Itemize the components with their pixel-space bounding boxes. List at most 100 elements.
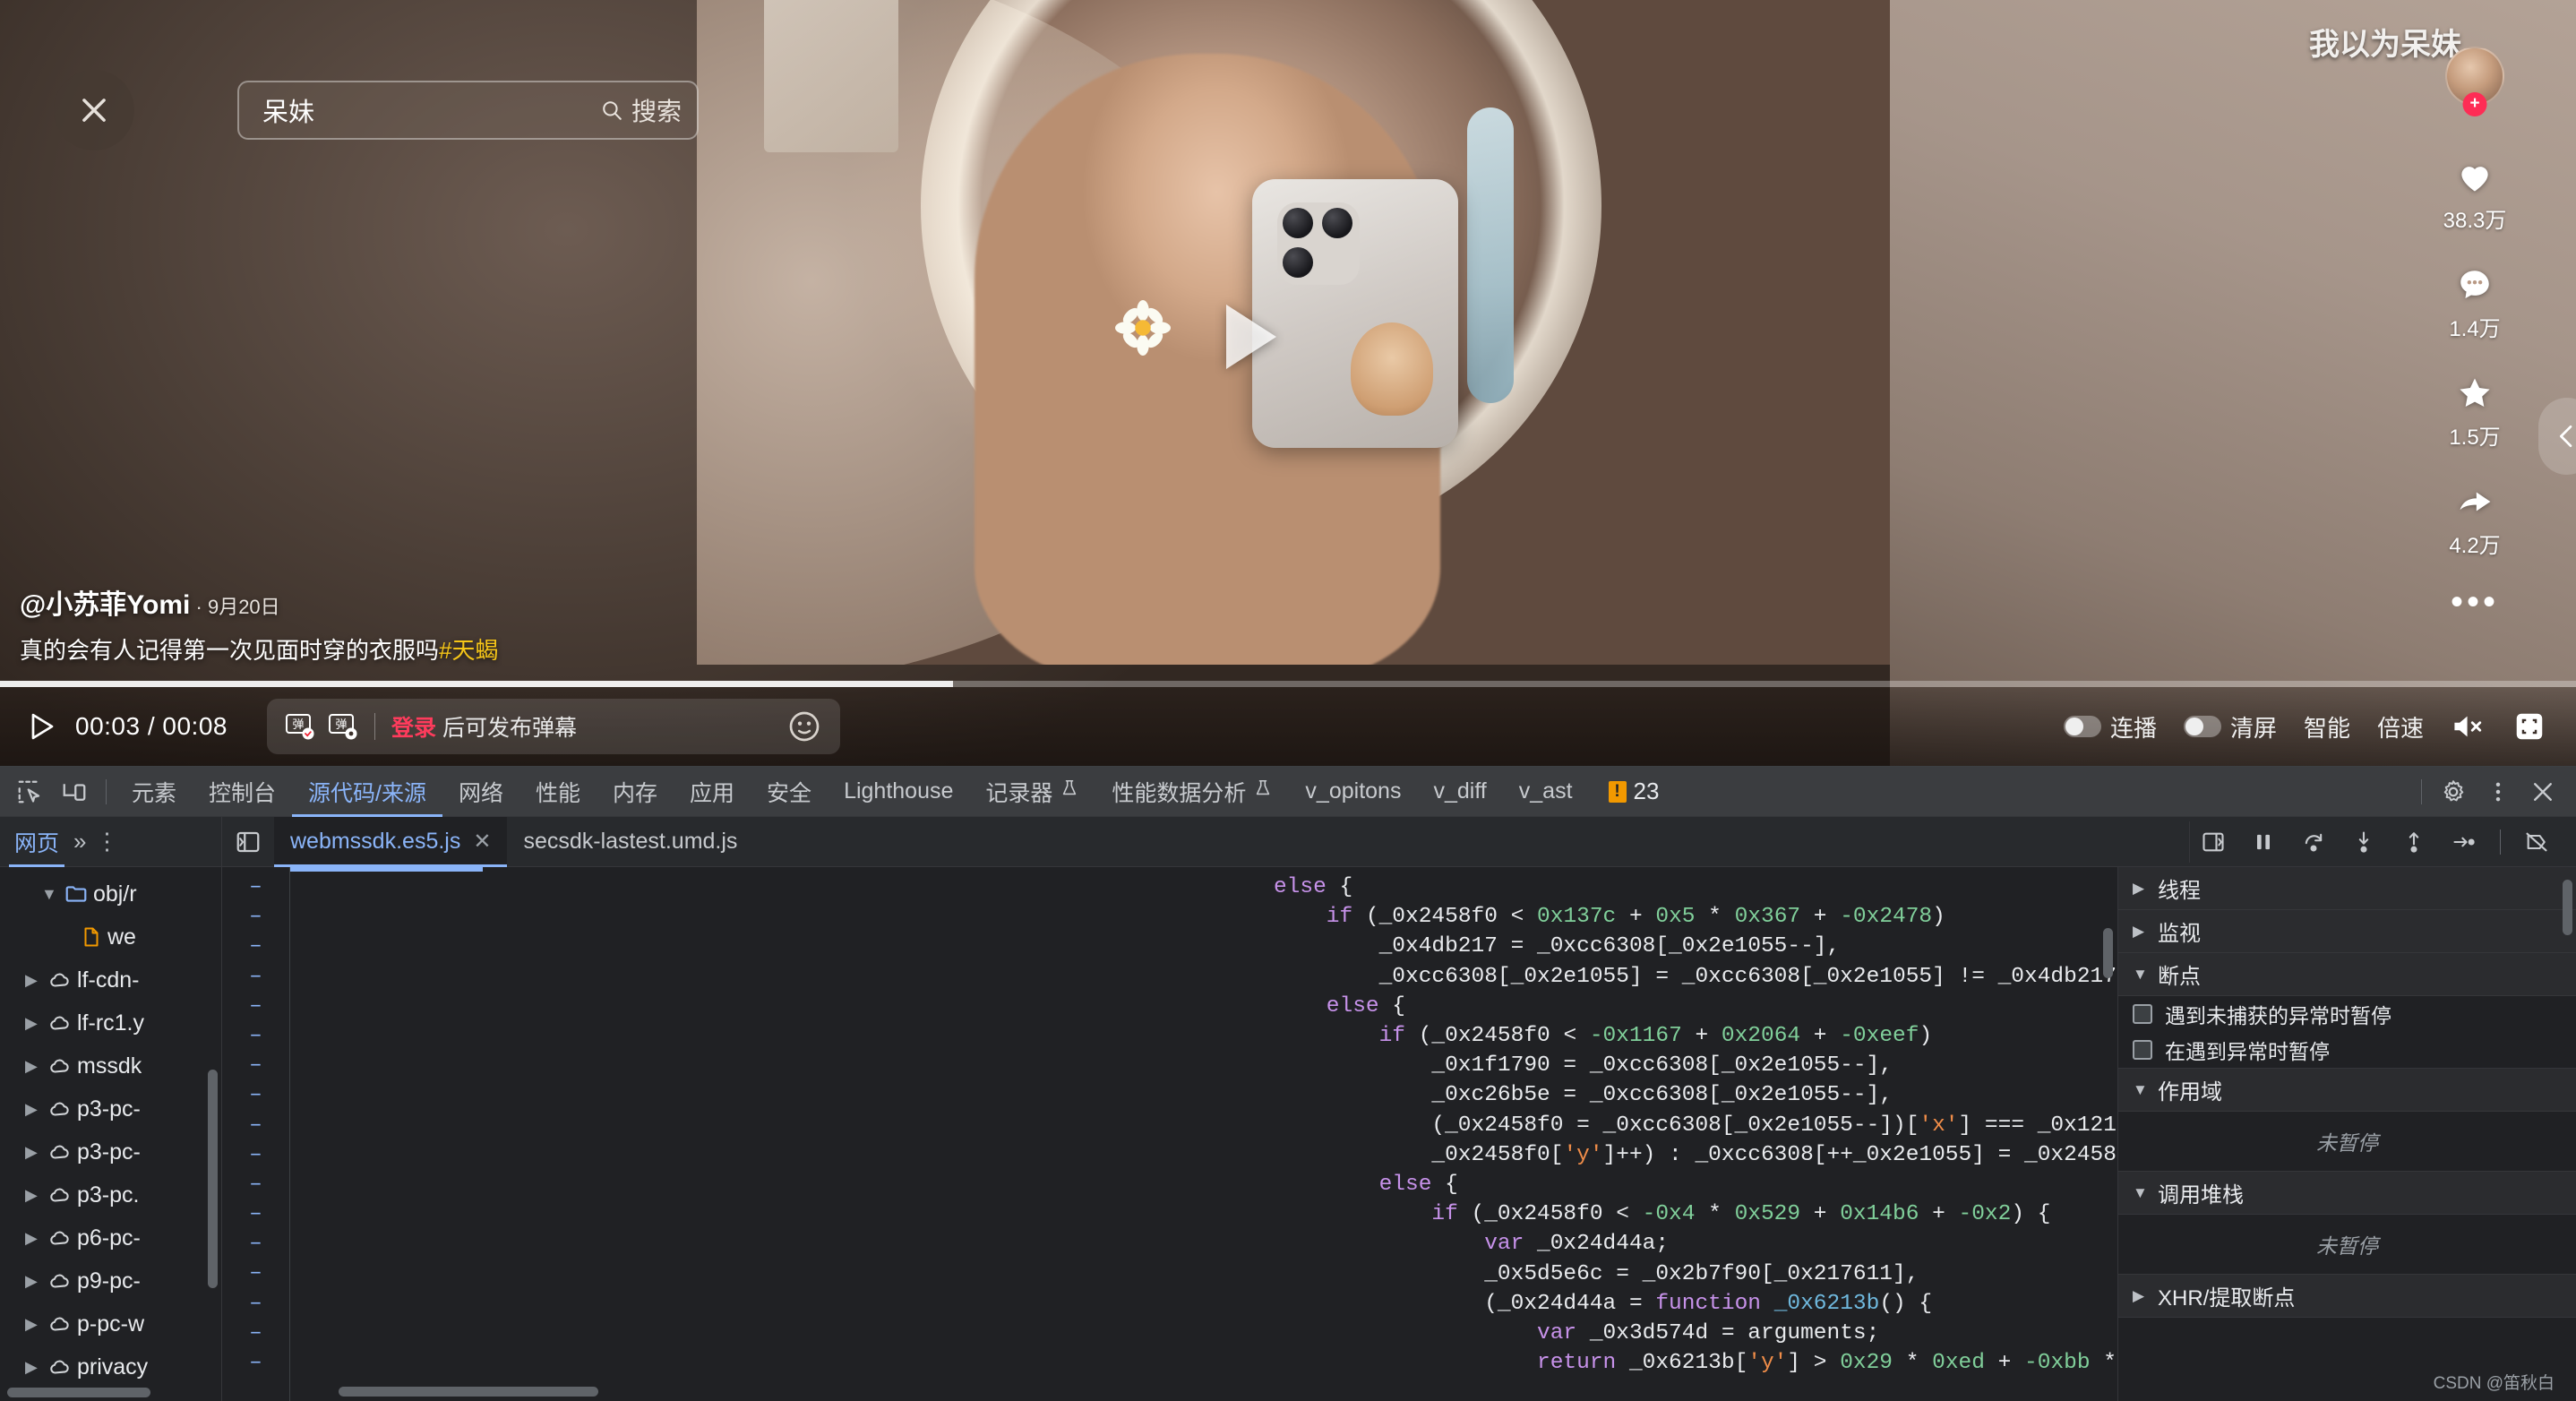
devtools-tab-8[interactable]: Lighthouse [828, 767, 969, 817]
section-xhr-breakpoints[interactable]: ▶ XHR/提取断点 [2118, 1275, 2576, 1318]
gutter-mark[interactable]: – [222, 1080, 289, 1110]
section-breakpoints[interactable]: ▼ 断点 [2118, 953, 2576, 996]
step-icon[interactable] [2441, 821, 2487, 863]
gutter-mark[interactable]: – [222, 1319, 289, 1348]
checkbox[interactable] [2133, 1004, 2152, 1024]
search-bar[interactable]: 搜索 [237, 81, 699, 140]
author-avatar-button[interactable]: + [2445, 47, 2504, 106]
section-watch[interactable]: ▶ 监视 [2118, 910, 2576, 953]
more-vertical-icon[interactable] [2476, 769, 2520, 814]
pause-resume-icon[interactable] [2240, 821, 2287, 863]
deactivate-breakpoints-icon[interactable] [2513, 821, 2560, 863]
chevron-right-icon[interactable]: ▶ [25, 971, 48, 990]
search-input[interactable] [262, 96, 600, 125]
file-tree-item[interactable]: ▶mssdk [0, 1044, 221, 1087]
checkbox[interactable] [2133, 1040, 2152, 1060]
devtools-tab-1[interactable]: 控制台 [193, 767, 292, 817]
close-tab-icon[interactable]: ✕ [473, 829, 491, 855]
clearscreen-toggle[interactable]: 清屏 [2184, 710, 2277, 743]
toggle-switch[interactable] [2064, 716, 2101, 737]
file-tree-item[interactable]: ▶p-pc-w [0, 1302, 221, 1345]
chevron-right-icon[interactable]: ▶ [25, 1100, 48, 1119]
debugger-toolbar[interactable] [2189, 821, 2576, 863]
sources-subtoolbar[interactable]: 网页 » ⋮ webmssdk.es5.js✕secsdk-lastest.um… [0, 817, 2576, 867]
devtools-toolbar-right[interactable] [2412, 769, 2576, 814]
devtools-toolbar[interactable]: 元素控制台源代码/来源网络性能内存应用安全Lighthouse记录器性能数据分析… [0, 767, 2576, 817]
devtools-tab-13[interactable]: v_ast [1503, 767, 1589, 817]
more-vertical-icon[interactable]: ⋮ [95, 828, 119, 855]
breakpoint-options[interactable]: 遇到未捕获的异常时暂停 在遇到异常时暂停 [2118, 996, 2576, 1069]
section-threads[interactable]: ▶ 线程 [2118, 867, 2576, 910]
scrollbar-vertical[interactable] [2563, 880, 2572, 935]
gutter-mark[interactable]: – [222, 1051, 289, 1080]
file-tab-0[interactable]: webmssdk.es5.js✕ [274, 817, 507, 867]
gutter-mark[interactable]: – [222, 902, 289, 932]
editor-gutter[interactable]: ––––––––––––––––– [222, 867, 290, 1401]
file-tree-item[interactable]: ▶lf-rc1.y [0, 1001, 221, 1044]
video-control-right[interactable]: 连播 清屏 智能 倍速 [2064, 710, 2546, 743]
file-navigator[interactable]: ▼obj/rwe▶lf-cdn-▶lf-rc1.y▶mssdk▶p3-pc-▶p… [0, 867, 222, 1401]
gutter-mark[interactable]: – [222, 1021, 289, 1051]
play-overlay-button[interactable] [1191, 285, 1295, 389]
video-progress-bar[interactable] [0, 681, 2576, 687]
chevron-right-icon[interactable]: ▶ [25, 1358, 48, 1377]
devtools-tab-4[interactable]: 性能 [519, 767, 597, 817]
search-button[interactable]: 搜索 [600, 92, 682, 128]
caption-hashtag[interactable]: #天蝎 [439, 637, 498, 664]
emoji-picker-icon[interactable] [786, 709, 822, 744]
gutter-mark[interactable]: – [222, 992, 289, 1021]
danmaku-settings-icon[interactable]: 弹 [328, 711, 358, 742]
fullscreen-icon[interactable] [2513, 710, 2546, 743]
devtools-tab-6[interactable]: 应用 [674, 767, 751, 817]
video-player[interactable]: 搜索 我以为呆妹 + 38.3万 1.4万 [0, 0, 2576, 766]
editor-tab-strip[interactable]: webmssdk.es5.js✕secsdk-lastest.umd.js [222, 817, 2576, 866]
gutter-mark[interactable]: – [222, 1289, 289, 1319]
video-action-rail[interactable]: + 38.3万 1.4万 1.5万 [2374, 47, 2576, 645]
sources-body[interactable]: ▼obj/rwe▶lf-cdn-▶lf-rc1.y▶mssdk▶p3-pc-▶p… [0, 867, 2576, 1401]
comment-button[interactable]: 1.4万 [2374, 266, 2576, 342]
scrollbar-vertical[interactable] [2103, 928, 2113, 978]
gutter-mark[interactable]: – [222, 962, 289, 992]
debugger-sidebar[interactable]: ▶ 线程 ▶ 监视 ▼ 断点 遇到未捕获的异常时暂停 在遇到异常时暂停 [2117, 867, 2576, 1401]
danmaku-login-link[interactable]: 登录 [391, 716, 436, 741]
chevron-right-icon[interactable]: ▶ [25, 1014, 48, 1033]
devtools-tab-0[interactable]: 元素 [116, 767, 193, 817]
gutter-mark[interactable]: – [222, 1111, 289, 1140]
gutter-mark[interactable]: – [222, 1140, 289, 1170]
file-tree-item[interactable]: ▶privacy [0, 1345, 221, 1388]
gutter-mark[interactable]: – [222, 1229, 289, 1259]
devtools-tab-12[interactable]: v_diff [1417, 767, 1502, 817]
file-tree-item[interactable]: ▶p3-pc- [0, 1087, 221, 1130]
danmaku-on-icon[interactable]: 弹 [285, 711, 315, 742]
devtools-tab-3[interactable]: 网络 [442, 767, 519, 817]
source-code[interactable]: else { if (_0x2458f0 < 0x137c + 0x5 * 0x… [290, 867, 2117, 1401]
inspect-element-icon[interactable] [7, 769, 52, 814]
chevron-right-icon[interactable]: ▶ [25, 1186, 48, 1205]
danmaku-input-bar[interactable]: 弹 弹 登录 后可发布弹幕 [267, 699, 840, 754]
chevron-double-right-icon[interactable]: » [73, 828, 86, 855]
device-toolbar-icon[interactable] [52, 769, 97, 814]
devtools-tab-5[interactable]: 内存 [597, 767, 674, 817]
section-scope[interactable]: ▼ 作用域 [2118, 1069, 2576, 1112]
scrollbar-vertical[interactable] [208, 1070, 218, 1288]
file-tree-item[interactable]: ▶p3-pc- [0, 1130, 221, 1173]
scrollbar-horizontal[interactable] [339, 1387, 598, 1397]
devtools-tab-11[interactable]: v_opitons [1289, 767, 1417, 817]
gutter-mark[interactable]: – [222, 1348, 289, 1378]
file-tab-1[interactable]: secsdk-lastest.umd.js [507, 817, 753, 867]
step-over-icon[interactable] [2290, 821, 2337, 863]
devtools-tab-strip[interactable]: 元素控制台源代码/来源网络性能内存应用安全Lighthouse记录器性能数据分析… [116, 767, 1589, 817]
caption-author[interactable]: @小苏菲Yomi [20, 590, 190, 620]
chevron-right-icon[interactable]: ▶ [25, 1143, 48, 1162]
navigator-header[interactable]: 网页 » ⋮ [0, 817, 222, 866]
devtools-panel[interactable]: 元素控制台源代码/来源网络性能内存应用安全Lighthouse记录器性能数据分析… [0, 766, 2576, 1401]
file-tree-item[interactable]: ▶lf-cdn- [0, 958, 221, 1001]
gutter-mark[interactable]: – [222, 1199, 289, 1229]
open-file-tabs[interactable]: webmssdk.es5.js✕secsdk-lastest.umd.js [274, 817, 753, 867]
toggle-switch[interactable] [2184, 716, 2221, 737]
devtools-tab-10[interactable]: 性能数据分析 [1095, 767, 1289, 817]
gutter-mark[interactable]: – [222, 932, 289, 961]
file-tree-item[interactable]: ▶p6-pc- [0, 1216, 221, 1259]
file-tree-item[interactable]: we [0, 915, 221, 958]
section-callstack[interactable]: ▼ 调用堆栈 [2118, 1172, 2576, 1215]
